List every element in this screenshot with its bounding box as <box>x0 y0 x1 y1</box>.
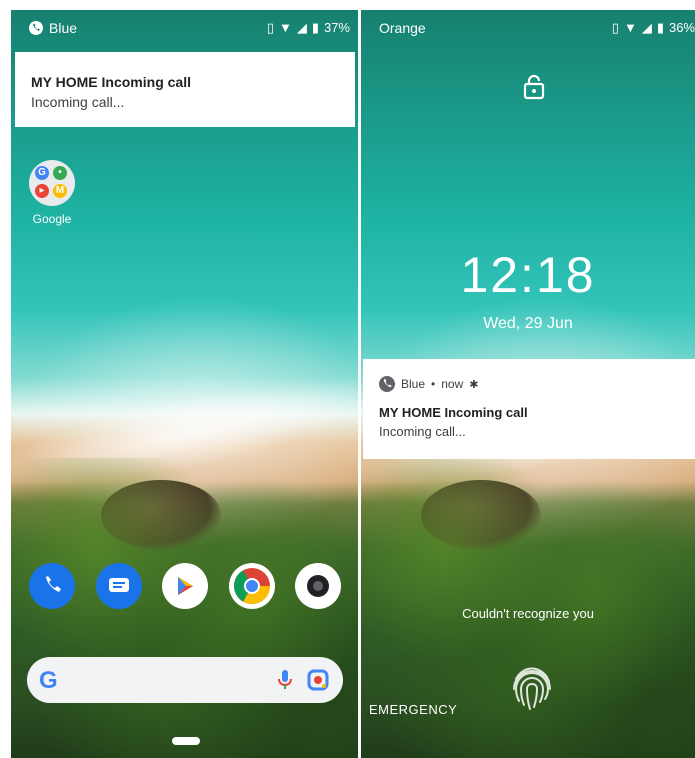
home-screen: Blue ▯ ▼ ◢ ▮ 37% MY HOME Incoming call I… <box>11 10 358 758</box>
call-app-icon <box>379 376 395 392</box>
notification-time: now <box>441 377 464 391</box>
notification-app-name: Blue <box>401 377 426 391</box>
google-logo-icon: G <box>39 667 58 694</box>
battery-icon: ▮ <box>311 20 319 35</box>
lens-icon[interactable] <box>307 669 329 691</box>
wifi-icon: ▼ <box>623 20 637 35</box>
google-icon: G <box>35 166 49 180</box>
battery-icon: ▮ <box>656 20 664 35</box>
vibrate-icon: ▯ <box>611 20 619 35</box>
gmail-icon: M <box>53 184 67 198</box>
lock-icon <box>523 74 545 100</box>
play-store-icon[interactable] <box>162 563 208 609</box>
alert-bell-icon: ✱ <box>469 378 479 391</box>
lock-clock: 12:18 <box>460 247 596 303</box>
incoming-call-notification[interactable]: MY HOME Incoming call Incoming call... <box>15 52 355 127</box>
google-folder-icon[interactable]: G • ▸ M <box>29 160 75 206</box>
notification-body: Incoming call... <box>31 94 125 110</box>
camera-icon[interactable] <box>295 563 341 609</box>
carrier-label: Orange <box>379 20 426 36</box>
status-bar: Blue ▯ ▼ ◢ ▮ 37% <box>11 10 358 46</box>
notification-title: MY HOME Incoming call <box>31 74 191 90</box>
vibrate-icon: ▯ <box>266 20 274 35</box>
lock-date: Wed, 29 Jun <box>483 315 573 332</box>
home-gesture-pill[interactable] <box>172 737 200 745</box>
separator-dot: • <box>431 377 436 391</box>
phone-icon[interactable] <box>29 563 75 609</box>
incoming-call-notification[interactable]: Blue • now ✱ MY HOME Incoming call Incom… <box>363 359 695 459</box>
maps-icon: • <box>53 166 67 180</box>
wifi-icon: ▼ <box>278 20 292 35</box>
google-search-bar[interactable]: G <box>27 657 343 703</box>
unlock-message: Couldn't recognize you <box>462 606 594 621</box>
signal-icon: ◢ <box>296 20 307 35</box>
chrome-icon[interactable] <box>229 563 275 609</box>
signal-icon: ◢ <box>641 20 652 35</box>
carrier-label: Blue <box>49 20 78 36</box>
battery-percent: 37% <box>323 20 350 35</box>
youtube-icon: ▸ <box>35 184 49 198</box>
emergency-button[interactable]: EMERGENCY <box>369 702 457 717</box>
call-status-icon <box>29 21 43 35</box>
google-folder-label: Google <box>32 212 72 226</box>
notification-body: Incoming call... <box>379 424 466 439</box>
status-bar: Orange ▯ ▼ ◢ ▮ 36% <box>361 10 695 46</box>
messages-icon[interactable] <box>96 563 142 609</box>
battery-percent: 36% <box>668 20 695 35</box>
notification-title: MY HOME Incoming call <box>379 405 528 420</box>
fingerprint-icon[interactable] <box>508 661 556 713</box>
lock-screen: Orange ▯ ▼ ◢ ▮ 36% 12:18 Wed, 29 Jun Blu… <box>361 10 695 758</box>
microphone-icon[interactable] <box>278 669 292 691</box>
